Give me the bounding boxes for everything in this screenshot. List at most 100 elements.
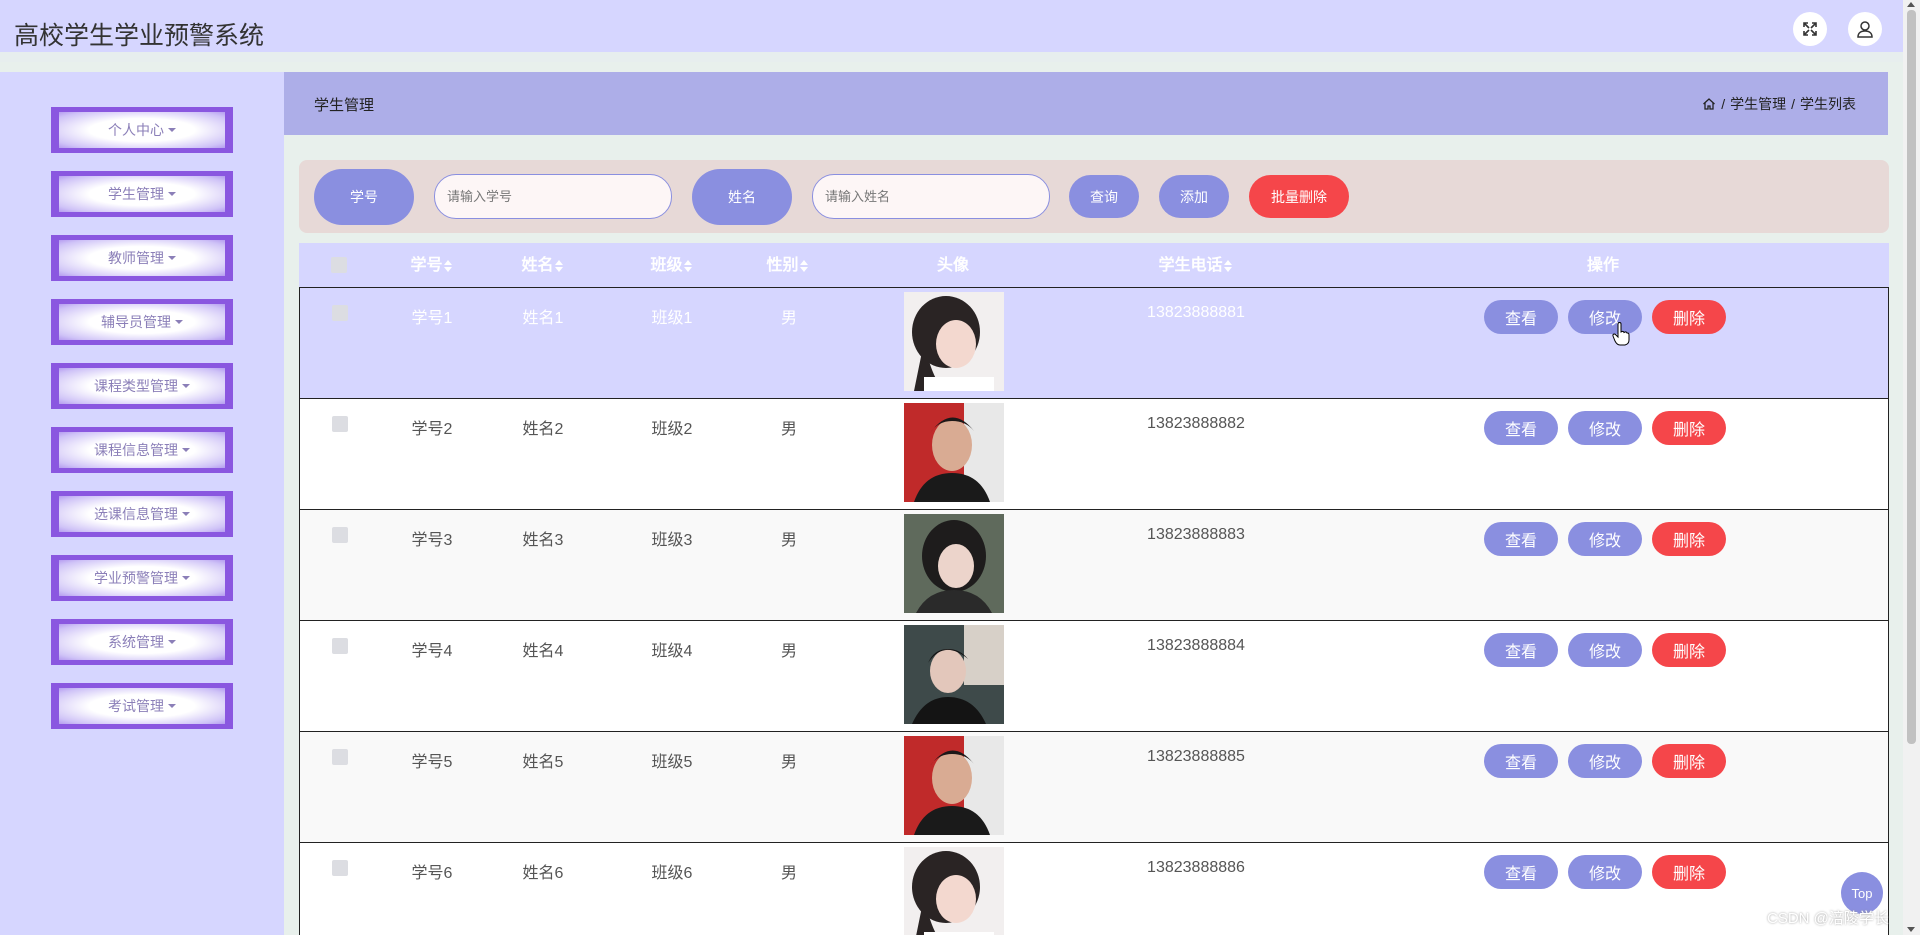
delete-button[interactable]: 删除 <box>1652 855 1726 889</box>
column-header-student-id[interactable]: 学号 <box>371 243 491 288</box>
row-checkbox[interactable] <box>332 305 348 321</box>
table-row: 学号3 姓名3 班级3 男 13823888883 查看 修改 删除 <box>299 510 1889 621</box>
delete-button[interactable]: 删除 <box>1652 300 1726 334</box>
edit-button[interactable]: 修改 <box>1568 744 1642 778</box>
scroll-down-arrow-icon[interactable] <box>1907 927 1915 932</box>
sidebar-item-label: 教师管理 <box>108 250 164 266</box>
scroll-up-arrow-icon[interactable] <box>1907 2 1915 7</box>
watermark: CSDN @涪陵学长 <box>1767 910 1889 927</box>
sidebar-item-student-management[interactable]: 学生管理 <box>51 171 233 217</box>
sidebar-item-teacher-management[interactable]: 教师管理 <box>51 235 233 281</box>
avatar <box>904 736 1004 835</box>
edit-button[interactable]: 修改 <box>1568 855 1642 889</box>
sidebar-item-label: 学生管理 <box>108 186 164 202</box>
cell-student-id: 学号3 <box>411 532 453 549</box>
table-header: 学号 姓名 班级 性别 头像 学生电话 操作 <box>299 243 1889 288</box>
cell-class: 班级4 <box>651 643 693 660</box>
delete-button[interactable]: 删除 <box>1652 522 1726 556</box>
delete-button[interactable]: 删除 <box>1652 744 1726 778</box>
caret-down-icon <box>182 384 190 388</box>
cell-phone: 13823888885 <box>1147 748 1245 765</box>
caret-down-icon <box>168 192 176 196</box>
sidebar-item-exam-management[interactable]: 考试管理 <box>51 683 233 729</box>
student-id-label: 学号 <box>314 169 414 225</box>
row-checkbox[interactable] <box>332 527 348 543</box>
edit-button[interactable]: 修改 <box>1568 522 1642 556</box>
column-header-class[interactable]: 班级 <box>611 243 731 288</box>
view-button[interactable]: 查看 <box>1484 744 1558 778</box>
column-header-name[interactable]: 姓名 <box>482 243 602 288</box>
cell-gender: 男 <box>780 865 797 882</box>
caret-down-icon <box>168 704 176 708</box>
scroll-thumb[interactable] <box>1907 10 1916 744</box>
caret-down-icon <box>168 256 176 260</box>
cell-name: 姓名5 <box>522 754 564 771</box>
home-icon[interactable] <box>1702 97 1716 111</box>
table-row: 学号2 姓名2 班级2 男 13823888882 查看 修改 删除 <box>299 399 1889 510</box>
cell-name: 姓名4 <box>522 643 564 660</box>
cell-class: 班级3 <box>651 532 693 549</box>
delete-button[interactable]: 删除 <box>1652 411 1726 445</box>
sidebar-item-course-info-management[interactable]: 课程信息管理 <box>51 427 233 473</box>
cell-name: 姓名6 <box>522 865 564 882</box>
row-checkbox[interactable] <box>332 416 348 432</box>
name-input[interactable] <box>812 174 1050 219</box>
view-button[interactable]: 查看 <box>1484 633 1558 667</box>
cell-student-id: 学号5 <box>411 754 453 771</box>
sidebar-item-academic-warning-management[interactable]: 学业预警管理 <box>51 555 233 601</box>
cell-class: 班级6 <box>651 865 693 882</box>
edit-button[interactable]: 修改 <box>1568 411 1642 445</box>
sidebar-item-label: 课程信息管理 <box>94 442 178 458</box>
sort-icon <box>799 259 808 272</box>
edit-button[interactable]: 修改 <box>1568 633 1642 667</box>
cell-gender: 男 <box>780 643 797 660</box>
column-header-phone[interactable]: 学生电话 <box>1095 243 1295 288</box>
cell-phone: 13823888886 <box>1147 859 1245 876</box>
cell-student-id: 学号1 <box>411 310 453 327</box>
view-button[interactable]: 查看 <box>1484 855 1558 889</box>
sidebar-item-system-management[interactable]: 系统管理 <box>51 619 233 665</box>
select-all-checkbox[interactable] <box>331 257 347 273</box>
view-button[interactable]: 查看 <box>1484 411 1558 445</box>
breadcrumb-level1[interactable]: 学生管理 <box>1730 94 1786 114</box>
table-row: 学号5 姓名5 班级5 男 13823888885 查看 修改 删除 <box>299 732 1889 843</box>
sidebar-item-course-selection-management[interactable]: 选课信息管理 <box>51 491 233 537</box>
sidebar-item-personal-center[interactable]: 个人中心 <box>51 107 233 153</box>
sort-icon <box>443 259 452 272</box>
sidebar-item-label: 考试管理 <box>108 698 164 714</box>
search-bar: 学号 姓名 查询 添加 批量删除 <box>299 160 1889 233</box>
sidebar-item-counselor-management[interactable]: 辅导员管理 <box>51 299 233 345</box>
student-table: 学号 姓名 班级 性别 头像 学生电话 操作 学号1 姓名1 班级1 男 138… <box>299 243 1889 935</box>
edit-button[interactable]: 修改 <box>1568 300 1642 334</box>
column-header-gender[interactable]: 性别 <box>727 243 847 288</box>
cell-student-id: 学号2 <box>411 421 453 438</box>
page-scrollbar[interactable] <box>1903 0 1920 935</box>
query-button[interactable]: 查询 <box>1069 175 1139 218</box>
breadcrumb-bar: 学生管理 / 学生管理 / 学生列表 <box>284 72 1888 135</box>
cell-name: 姓名3 <box>522 532 564 549</box>
view-button[interactable]: 查看 <box>1484 300 1558 334</box>
table-row: 学号6 姓名6 班级6 男 13823888886 查看 修改 删除 <box>299 843 1889 935</box>
row-checkbox[interactable] <box>332 860 348 876</box>
user-button[interactable] <box>1848 12 1882 46</box>
cell-phone: 13823888881 <box>1147 304 1245 321</box>
cell-phone: 13823888884 <box>1147 637 1245 654</box>
sidebar-item-label: 选课信息管理 <box>94 506 178 522</box>
batch-delete-button[interactable]: 批量删除 <box>1249 175 1349 218</box>
caret-down-icon <box>182 512 190 516</box>
row-checkbox[interactable] <box>332 749 348 765</box>
add-button[interactable]: 添加 <box>1159 175 1229 218</box>
view-button[interactable]: 查看 <box>1484 522 1558 556</box>
sidebar-item-label: 系统管理 <box>108 634 164 650</box>
cell-gender: 男 <box>780 532 797 549</box>
fullscreen-button[interactable] <box>1793 12 1827 46</box>
caret-down-icon <box>182 448 190 452</box>
cell-class: 班级2 <box>651 421 693 438</box>
cell-class: 班级1 <box>651 310 693 327</box>
delete-button[interactable]: 删除 <box>1652 633 1726 667</box>
hand-cursor-icon <box>1612 322 1630 346</box>
student-id-input[interactable] <box>434 174 672 219</box>
cell-name: 姓名1 <box>522 310 564 327</box>
row-checkbox[interactable] <box>332 638 348 654</box>
sidebar-item-course-type-management[interactable]: 课程类型管理 <box>51 363 233 409</box>
